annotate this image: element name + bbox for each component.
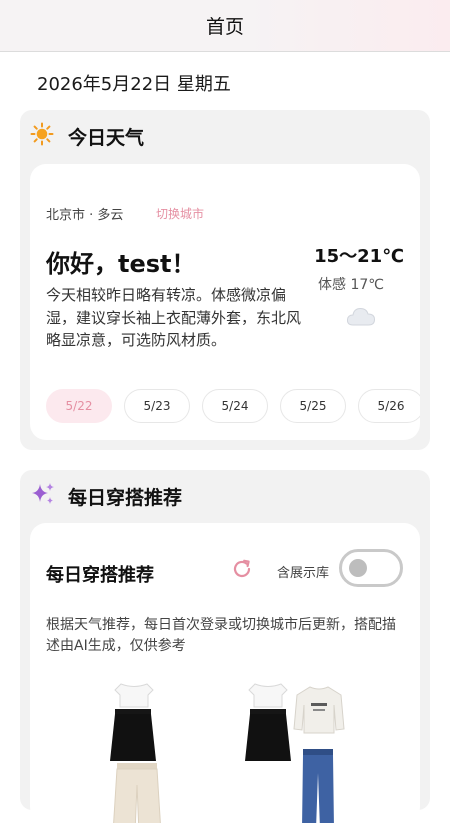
white-sweatshirt-image xyxy=(293,686,345,734)
date-pill-5-25[interactable]: 5/25 xyxy=(280,389,346,423)
page-title: 首页 xyxy=(205,16,244,38)
black-skirt-image xyxy=(245,709,291,761)
outfit-description: 根据天气推荐，每日首次登录或切换城市后更新，搭配描述由AI生成，仅供参考 xyxy=(46,617,396,654)
date-pill-5-24[interactable]: 5/24 xyxy=(202,389,268,423)
greeting-text: 你好，test！ xyxy=(46,250,196,278)
outfit-card: 每日穿搭推荐 含展示库 根据天气推荐，每日首次登录或切换城市后更新，搭配描述由A… xyxy=(30,523,420,823)
beige-wide-pants-image xyxy=(113,763,161,823)
city-label: 北京市 · 多云 xyxy=(46,208,124,223)
weather-section-title: 今日天气 xyxy=(68,127,145,149)
white-crop-top-image xyxy=(248,683,288,708)
weather-section-header: 今日天气 xyxy=(20,110,430,160)
blue-jeans-image xyxy=(302,749,334,823)
refresh-icon[interactable] xyxy=(230,557,254,581)
sun-icon xyxy=(30,122,54,146)
cloud-icon xyxy=(346,307,376,326)
demo-library-toggle[interactable] xyxy=(339,549,403,587)
current-date: 2026年5月22日 星期五 xyxy=(37,74,231,95)
top-navigation-bar: 首页 xyxy=(0,0,450,52)
outfit-section-header: 每日穿搭推荐 xyxy=(20,470,430,520)
outfit-card-title: 每日穿搭推荐 xyxy=(46,565,154,586)
outfit-section: 每日穿搭推荐 每日穿搭推荐 含展示库 根据天气推荐，每日首次登录或切换城市后更新… xyxy=(20,470,430,823)
switch-city-link[interactable]: 切换城市 xyxy=(156,205,204,222)
temperature-range: 15～21℃ xyxy=(314,246,404,267)
weather-card: 北京市 · 多云 切换城市 你好，test！ 今天相较昨日略有转凉。体感微凉偏湿… xyxy=(30,164,420,440)
sparkle-icon xyxy=(32,483,54,504)
toggle-knob xyxy=(349,559,367,577)
outfit-section-title: 每日穿搭推荐 xyxy=(68,487,183,509)
date-selector: 5/22 5/23 5/24 5/25 5/26 xyxy=(46,389,420,423)
date-pill-5-26[interactable]: 5/26 xyxy=(358,389,420,423)
weather-section: 今日天气 北京市 · 多云 切换城市 你好，test！ 今天相较昨日略有转凉。体… xyxy=(20,110,430,450)
weather-description: 今天相较昨日略有转凉。体感微凉偏湿，建议穿长袖上衣配薄外套，东北风略显凉意，可选… xyxy=(46,286,302,349)
date-pill-5-22[interactable]: 5/22 xyxy=(46,389,112,423)
black-skirt-image xyxy=(110,709,156,761)
demo-library-label: 含展示库 xyxy=(277,566,330,581)
white-crop-top-image xyxy=(114,683,154,708)
feels-like-temperature: 体感 17℃ xyxy=(318,277,384,293)
date-pill-5-23[interactable]: 5/23 xyxy=(124,389,190,423)
